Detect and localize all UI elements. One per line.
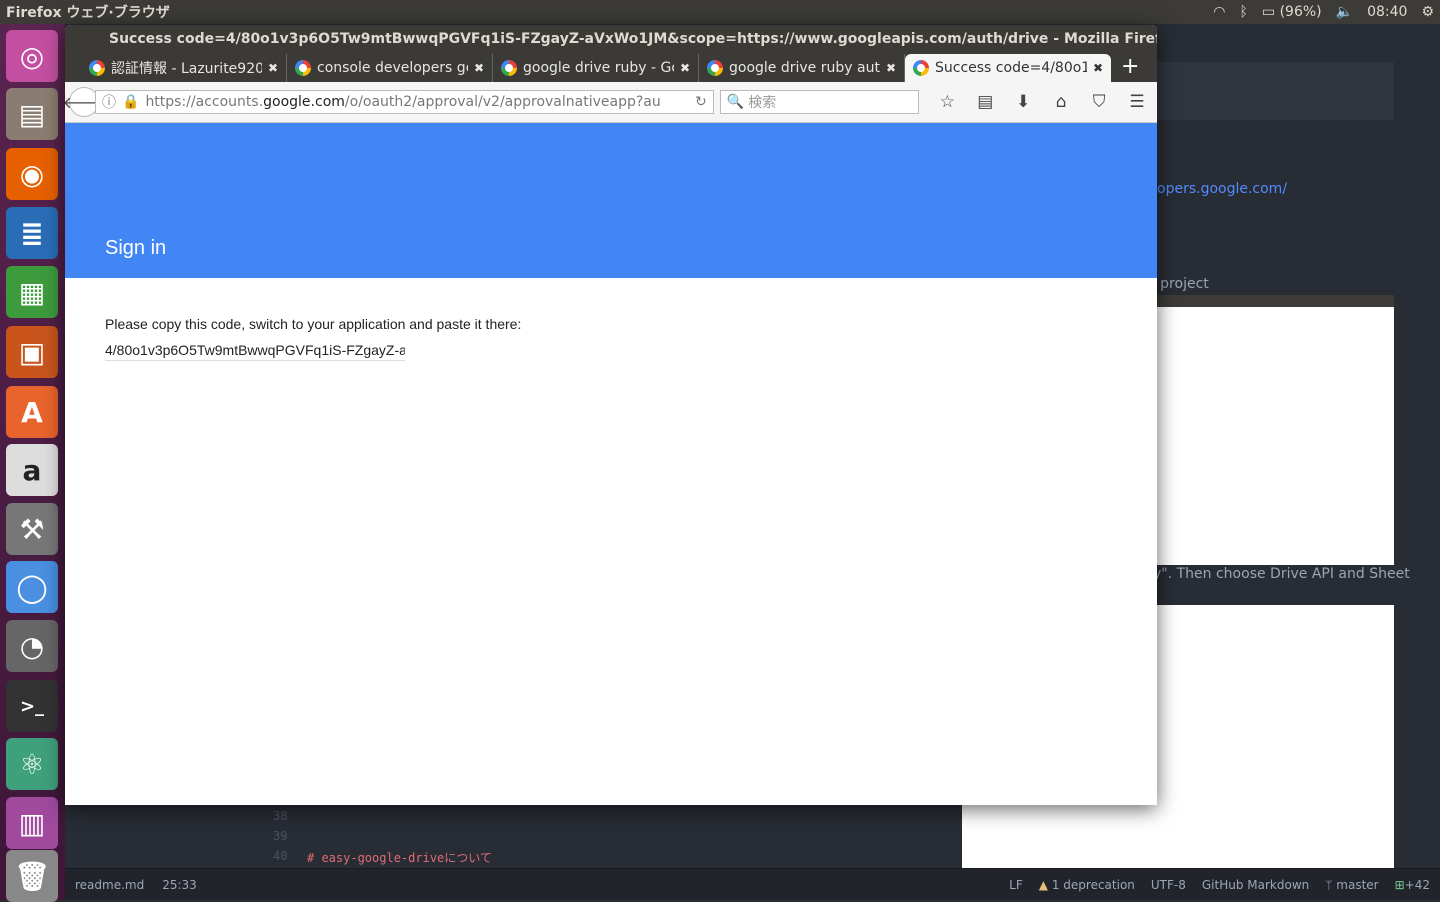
line-number: 39 <box>273 829 288 843</box>
warning-icon: ▲ <box>1038 877 1048 892</box>
amazon-icon[interactable]: a <box>6 444 58 496</box>
page-title: Sign in <box>105 237 167 259</box>
branch-label: master <box>1336 877 1379 892</box>
firefox-window: Success code=4/80o1v3p6O5Tw9mtBwwqPGVFq1… <box>65 25 1157 805</box>
atom-icon[interactable]: ⚛ <box>6 738 58 790</box>
google-favicon-icon <box>295 60 311 76</box>
url-path: /o/oauth2/approval/v2/approvalnativeapp?… <box>344 94 661 110</box>
deprecation-label: 1 deprecation <box>1051 877 1135 892</box>
menu-hamburger-icon[interactable]: ☰ <box>1121 92 1153 112</box>
top-panel: Firefox ウェブ·ブラウザ ◠ ᛒ ▭ (96%) 🔈 08:40 ⚙ <box>0 0 1440 24</box>
reading-list-icon[interactable]: ▤ <box>969 92 1001 112</box>
close-tab-icon[interactable]: ✖ <box>268 61 278 75</box>
launcher: ◎ ▤ ◉ ≣ ▦ ▣ A a ⚒ ◯ ◔ >_ ⚛ ▥ 🗑 <box>0 24 65 902</box>
battery-indicator[interactable]: ▭ (96%) <box>1262 4 1322 20</box>
info-icon[interactable]: ⓘ <box>102 92 116 112</box>
tab[interactable]: 認証情報 - Lazurite920 ✖ <box>81 54 287 82</box>
trash-icon[interactable]: 🗑 <box>6 850 58 902</box>
lock-icon: 🔒 <box>122 94 140 110</box>
auth-code-field[interactable] <box>105 340 405 361</box>
terminal-icon[interactable]: >_ <box>6 680 58 732</box>
status-encoding[interactable]: UTF-8 <box>1151 878 1186 892</box>
close-tab-icon[interactable]: ✖ <box>680 61 690 75</box>
url-bar[interactable]: ⓘ 🔒 https://accounts.google.com/o/oauth2… <box>95 90 714 114</box>
close-tab-icon[interactable]: ✖ <box>886 61 896 75</box>
active-app-name: Firefox ウェブ·ブラウザ <box>6 5 170 21</box>
home-icon[interactable]: ⌂ <box>1045 92 1077 112</box>
reload-icon[interactable]: ↻ <box>695 94 707 110</box>
tab-label: 認証情報 - Lazurite920 <box>111 61 262 77</box>
software-center-icon[interactable]: A <box>6 386 58 438</box>
tab-label: console developers google <box>317 60 468 76</box>
code-line[interactable]: # easy-google-driveについて <box>307 849 492 866</box>
tab[interactable]: google drive ruby - Google ✖ <box>493 54 699 82</box>
markdown-text: y". Then choose Drive API and Sheet <box>1153 566 1410 582</box>
status-cursor[interactable]: 25:33 <box>162 878 197 892</box>
volume-icon[interactable]: 🔈 <box>1336 4 1353 20</box>
impress-icon[interactable]: ▣ <box>6 326 58 378</box>
battery-percent: (96%) <box>1279 4 1322 20</box>
signin-header: Sign in <box>65 123 1157 278</box>
power-gear-icon[interactable]: ⚙ <box>1421 4 1434 20</box>
tab-strip: 認証情報 - Lazurite920 ✖ console developers g… <box>65 52 1157 82</box>
bookmark-star-icon[interactable]: ☆ <box>931 92 963 112</box>
google-favicon-icon <box>89 60 105 76</box>
diff-plus-icon: ⊞ <box>1394 877 1405 892</box>
tab[interactable]: google drive ruby auth ✖ <box>699 54 905 82</box>
line-number: 40 <box>273 849 288 863</box>
new-tab-button[interactable]: + <box>1111 54 1149 82</box>
markdown-link[interactable]: opers.google.com/ <box>1157 181 1287 197</box>
close-tab-icon[interactable]: ✖ <box>474 61 484 75</box>
navigation-toolbar: 🡐 ⓘ 🔒 https://accounts.google.com/o/oaut… <box>65 82 1157 123</box>
url-domain: google.com <box>263 94 345 110</box>
workspace-switcher-icon[interactable]: ▥ <box>6 797 58 849</box>
pocket-icon[interactable]: ⛉ <box>1083 92 1115 112</box>
search-bar[interactable]: 🔍 検索 <box>719 90 920 114</box>
status-eol[interactable]: LF <box>1009 878 1023 892</box>
firefox-icon[interactable]: ◉ <box>6 148 58 200</box>
line-number: 38 <box>273 809 288 823</box>
tab-active[interactable]: Success code=4/80o1v3 ✖ <box>905 54 1111 82</box>
url-prefix: https://accounts. <box>145 94 264 110</box>
google-favicon-icon <box>501 60 517 76</box>
diff-count: +42 <box>1404 877 1430 892</box>
tab[interactable]: console developers google ✖ <box>287 54 493 82</box>
tab-label: google drive ruby - Google <box>523 60 674 76</box>
download-icon[interactable]: ⬇ <box>1007 92 1039 112</box>
disk-usage-icon[interactable]: ◔ <box>6 620 58 672</box>
chromium-icon[interactable]: ◯ <box>6 561 58 613</box>
url-text: https://accounts.google.com/o/oauth2/app… <box>145 94 689 110</box>
settings-icon[interactable]: ⚒ <box>6 503 58 555</box>
bluetooth-icon[interactable]: ᛒ <box>1240 4 1248 20</box>
markdown-text: / project <box>1151 276 1209 292</box>
page-content: Please copy this code, switch to your ap… <box>65 278 1157 399</box>
search-placeholder: 検索 <box>748 95 777 111</box>
tab-label: google drive ruby auth <box>729 60 880 76</box>
git-diff[interactable]: ⊞+42 <box>1395 878 1430 892</box>
screenshot-image <box>1157 295 1394 565</box>
clock[interactable]: 08:40 <box>1367 4 1407 20</box>
calc-icon[interactable]: ▦ <box>6 266 58 318</box>
search-icon: 🔍 <box>726 94 745 110</box>
status-file[interactable]: readme.md <box>75 878 144 892</box>
status-grammar[interactable]: GitHub Markdown <box>1202 878 1309 892</box>
git-branch[interactable]: ᛘ master <box>1325 878 1378 892</box>
tab-label: Success code=4/80o1v3 <box>935 60 1087 76</box>
status-bar: readme.md 25:33 LF ▲ 1 deprecation UTF-8… <box>65 868 1440 900</box>
window-titlebar: Success code=4/80o1v3p6O5Tw9mtBwwqPGVFq1… <box>65 25 1157 52</box>
dash-ubuntu-icon[interactable]: ◎ <box>6 30 58 82</box>
wifi-icon[interactable]: ◠ <box>1213 4 1225 20</box>
window-title: Success code=4/80o1v3p6O5Tw9mtBwwqPGVFq1… <box>109 30 1157 47</box>
google-favicon-icon <box>913 60 929 76</box>
google-favicon-icon <box>707 60 723 76</box>
close-tab-icon[interactable]: ✖ <box>1093 61 1103 75</box>
instruction-text: Please copy this code, switch to your ap… <box>105 316 522 332</box>
writer-icon[interactable]: ≣ <box>6 207 58 259</box>
branch-icon: ᛘ <box>1325 877 1333 892</box>
files-icon[interactable]: ▤ <box>6 88 58 140</box>
deprecation-badge[interactable]: ▲ 1 deprecation <box>1039 878 1135 892</box>
